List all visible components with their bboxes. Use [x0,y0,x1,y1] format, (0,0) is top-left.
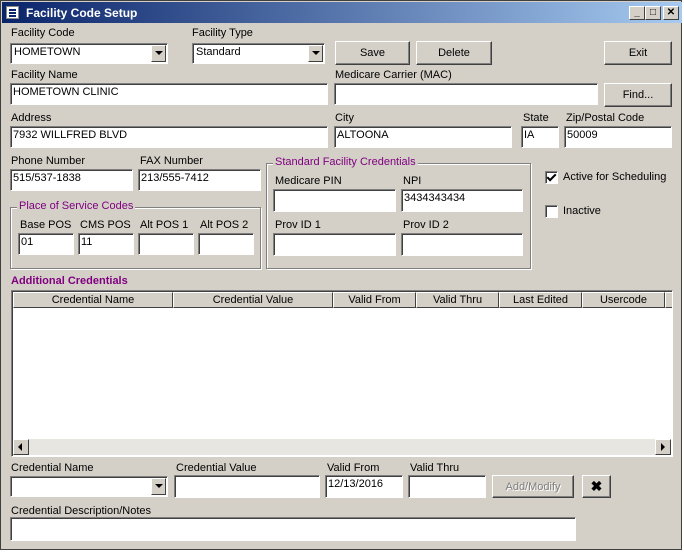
npi-input[interactable]: 3434343434 [401,189,523,212]
zip-input[interactable]: 50009 [564,126,672,148]
base-pos-input[interactable]: 01 [18,233,74,255]
alt-pos-1-label: Alt POS 1 [140,219,189,231]
medicare-carrier-input[interactable] [334,83,598,105]
credential-notes-input[interactable] [10,517,576,541]
fax-label: FAX Number [140,155,203,167]
col-filler [665,292,672,308]
address-label: Address [11,112,52,124]
close-icon: ✖ [590,478,603,494]
facility-type-combo[interactable]: Standard [192,43,325,64]
col-valid-from[interactable]: Valid From [333,292,416,308]
npi-label: NPI [403,175,422,187]
inactive-label: Inactive [563,205,601,217]
credential-value-input[interactable] [174,475,320,498]
additional-credentials-title: Additional Credentials [11,275,128,287]
add-modify-button-label: Add/Modify [505,481,561,493]
col-credential-value[interactable]: Credential Value [173,292,333,308]
add-modify-button[interactable]: Add/Modify [492,475,574,498]
city-label: City [335,112,354,124]
active-scheduling-checkbox[interactable] [545,171,558,184]
minimize-button[interactable]: _ [629,6,645,20]
exit-button-label: Exit [628,47,648,59]
prov-id-2-input[interactable] [401,233,523,256]
facility-code-value: HOMETOWN [14,46,81,58]
delete-button[interactable]: Delete [416,41,492,65]
credentials-grid[interactable]: Credential Name Credential Value Valid F… [11,290,673,457]
alt-pos-1-input[interactable] [138,233,194,255]
credentials-grid-header: Credential Name Credential Value Valid F… [13,292,672,308]
facility-code-setup-window: Facility Code Setup _ □ ✕ Facility Code … [0,0,682,550]
exit-button[interactable]: Exit [604,41,672,65]
clear-credential-button[interactable]: ✖ [582,475,611,498]
col-usercode[interactable]: Usercode [582,292,665,308]
inactive-checkbox[interactable] [545,205,558,218]
chevron-down-icon[interactable] [308,45,323,62]
valid-thru-label: Valid Thru [410,462,460,474]
base-pos-label: Base POS [20,219,72,231]
zip-label: Zip/Postal Code [566,112,645,124]
col-last-edited[interactable]: Last Edited [499,292,582,308]
col-valid-thru[interactable]: Valid Thru [416,292,499,308]
delete-button-label: Delete [438,47,470,59]
title-bar: Facility Code Setup _ □ ✕ [2,2,682,23]
scroll-left-icon[interactable] [13,439,29,455]
state-input[interactable]: IA [521,126,559,148]
prov-id-1-input[interactable] [273,233,396,256]
alt-pos-2-input[interactable] [198,233,254,255]
cms-pos-input[interactable]: 11 [78,233,134,255]
active-scheduling-label: Active for Scheduling [563,171,667,183]
state-label: State [523,112,549,124]
phone-input[interactable]: 515/537-1838 [10,169,133,191]
standard-credentials-title: Standard Facility Credentials [273,156,418,168]
credential-notes-label: Credential Description/Notes [11,505,152,517]
credential-name-combo[interactable] [10,476,168,497]
alt-pos-2-label: Alt POS 2 [200,219,249,231]
medicare-carrier-label: Medicare Carrier (MAC) [335,69,452,81]
find-button[interactable]: Find... [604,83,672,107]
credential-value-label: Credential Value [176,462,257,474]
save-button-label: Save [359,47,386,59]
medicare-pin-label: Medicare PIN [275,175,342,187]
close-button[interactable]: ✕ [663,6,679,20]
valid-thru-input[interactable] [408,475,486,498]
chevron-down-icon[interactable] [151,478,166,495]
facility-name-label: Facility Name [11,69,78,81]
place-of-service-title: Place of Service Codes [17,200,136,212]
cms-pos-label: CMS POS [80,219,131,231]
prov-id-2-label: Prov ID 2 [403,219,449,231]
save-button[interactable]: Save [335,41,410,65]
phone-label: Phone Number [11,155,85,167]
facility-type-value: Standard [196,46,241,58]
app-icon [6,6,19,19]
facility-code-label: Facility Code [11,27,75,39]
medicare-pin-input[interactable] [273,189,396,212]
horizontal-scrollbar[interactable] [13,439,671,455]
city-input[interactable]: ALTOONA [334,126,512,148]
scroll-right-icon[interactable] [655,439,671,455]
facility-name-input[interactable]: HOMETOWN CLINIC [10,83,328,105]
facility-type-label: Facility Type [192,27,253,39]
prov-id-1-label: Prov ID 1 [275,219,321,231]
find-button-label: Find... [622,89,654,101]
facility-code-combo[interactable]: HOMETOWN [10,43,168,64]
window-title: Facility Code Setup [26,6,138,20]
valid-from-label: Valid From [327,462,380,474]
fax-input[interactable]: 213/555-7412 [138,169,261,191]
col-credential-name[interactable]: Credential Name [13,292,173,308]
maximize-button[interactable]: □ [645,6,661,20]
chevron-down-icon[interactable] [151,45,166,62]
address-input[interactable]: 7932 WILLFRED BLVD [10,126,328,148]
credential-name-label: Credential Name [11,462,94,474]
valid-from-input[interactable]: 12/13/2016 [325,475,403,498]
